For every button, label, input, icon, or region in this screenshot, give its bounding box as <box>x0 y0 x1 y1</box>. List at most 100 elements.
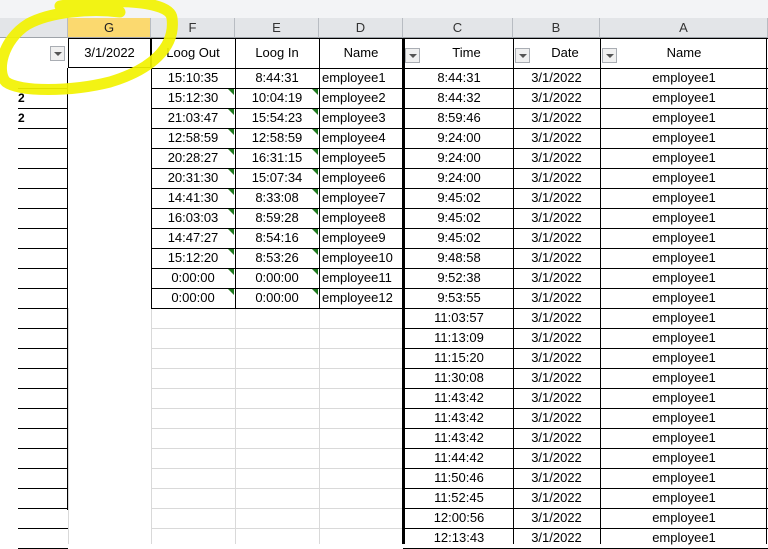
column-header-f[interactable]: F <box>151 18 235 38</box>
time-cell[interactable]: 11:44:42 <box>405 448 513 468</box>
date-cell[interactable]: 3/1/2022 <box>513 188 600 208</box>
name-cell[interactable]: employee1 <box>600 488 768 508</box>
date-cell[interactable]: 3/1/2022 <box>513 228 600 248</box>
date-cell[interactable]: 3/1/2022 <box>513 68 600 88</box>
time-cell[interactable]: 9:24:00 <box>405 168 513 188</box>
log-out-cell[interactable]: 16:03:03 <box>151 208 235 228</box>
date-cell[interactable]: 3/1/2022 <box>513 388 600 408</box>
date-cell[interactable]: 3/1/2022 <box>513 268 600 288</box>
date-cell[interactable]: 3/1/2022 <box>513 468 600 488</box>
date-cell[interactable]: 3/1/2022 <box>513 88 600 108</box>
column-header-b[interactable]: B <box>513 18 600 38</box>
time-cell[interactable]: 11:13:09 <box>405 328 513 348</box>
log-in-cell[interactable]: 8:33:08 <box>235 188 319 208</box>
name-cell[interactable]: employee1 <box>600 228 768 248</box>
log-out-cell[interactable]: 14:41:30 <box>151 188 235 208</box>
column-header-e[interactable]: E <box>235 18 319 38</box>
date-cell[interactable]: 3/1/2022 <box>513 328 600 348</box>
date-filter-dropdown[interactable] <box>515 48 530 63</box>
name-cell[interactable]: employee1 <box>600 408 768 428</box>
time-cell[interactable]: 8:59:46 <box>405 108 513 128</box>
name-cell[interactable]: employee1 <box>600 188 768 208</box>
date-cell[interactable]: 3/1/2022 <box>513 308 600 328</box>
log-in-cell[interactable]: 8:59:28 <box>235 208 319 228</box>
name-cell[interactable]: employee1 <box>600 248 768 268</box>
date-cell[interactable]: 3/1/2022 <box>513 408 600 428</box>
log-in-cell[interactable]: 0:00:00 <box>235 288 319 308</box>
time-cell[interactable]: 11:50:46 <box>405 468 513 488</box>
date-filter-cell[interactable]: 3/1/2022 <box>68 38 151 68</box>
time-cell[interactable]: 9:48:58 <box>405 248 513 268</box>
filter-dropdown-button[interactable] <box>50 46 65 61</box>
date-cell[interactable]: 3/1/2022 <box>513 208 600 228</box>
name-cell[interactable]: employee1 <box>600 528 768 548</box>
date-cell[interactable]: 3/1/2022 <box>513 488 600 508</box>
date-cell[interactable]: 3/1/2022 <box>513 508 600 528</box>
name-cell[interactable]: employee1 <box>600 428 768 448</box>
name-cell[interactable]: employee1 <box>600 168 768 188</box>
time-cell[interactable]: 9:45:02 <box>405 188 513 208</box>
time-cell[interactable]: 8:44:32 <box>405 88 513 108</box>
name-cell[interactable]: employee1 <box>600 508 768 528</box>
time-cell[interactable]: 9:45:02 <box>405 228 513 248</box>
date-cell[interactable]: 3/1/2022 <box>513 288 600 308</box>
date-cell[interactable]: 3/1/2022 <box>513 528 600 548</box>
log-out-cell[interactable]: 21:03:47 <box>151 108 235 128</box>
time-cell[interactable]: 12:00:56 <box>405 508 513 528</box>
column-header-c[interactable]: C <box>403 18 513 38</box>
time-cell[interactable]: 9:45:02 <box>405 208 513 228</box>
employee-name-cell[interactable]: employee5 <box>319 148 403 168</box>
name-cell[interactable]: employee1 <box>600 88 768 108</box>
log-out-cell[interactable]: 15:10:35 <box>151 68 235 88</box>
time-cell[interactable]: 9:52:38 <box>405 268 513 288</box>
time-cell[interactable]: 11:43:42 <box>405 428 513 448</box>
name-cell[interactable]: employee1 <box>600 268 768 288</box>
time-cell[interactable]: 11:43:42 <box>405 408 513 428</box>
column-header-d[interactable]: D <box>319 18 403 38</box>
log-in-cell[interactable]: 8:53:26 <box>235 248 319 268</box>
time-cell[interactable]: 11:30:08 <box>405 368 513 388</box>
employee-name-cell[interactable]: employee7 <box>319 188 403 208</box>
employee-name-cell[interactable]: employee4 <box>319 128 403 148</box>
log-in-cell[interactable]: 12:58:59 <box>235 128 319 148</box>
date-cell[interactable]: 3/1/2022 <box>513 368 600 388</box>
time-cell[interactable]: 11:52:45 <box>405 488 513 508</box>
time-cell[interactable]: 11:03:57 <box>405 308 513 328</box>
employee-name-cell[interactable]: employee8 <box>319 208 403 228</box>
employee-name-cell[interactable]: employee12 <box>319 288 403 308</box>
employee-name-cell[interactable]: employee10 <box>319 248 403 268</box>
name-cell[interactable]: employee1 <box>600 388 768 408</box>
name-cell[interactable]: employee1 <box>600 448 768 468</box>
log-in-cell[interactable]: 8:54:16 <box>235 228 319 248</box>
log-in-cell[interactable]: 8:44:31 <box>235 68 319 88</box>
time-filter-dropdown[interactable] <box>405 48 420 63</box>
log-in-cell[interactable]: 15:54:23 <box>235 108 319 128</box>
time-cell[interactable]: 9:24:00 <box>405 148 513 168</box>
date-cell[interactable]: 3/1/2022 <box>513 168 600 188</box>
name-cell[interactable]: employee1 <box>600 128 768 148</box>
log-out-cell[interactable]: 15:12:20 <box>151 248 235 268</box>
name-cell[interactable]: employee1 <box>600 468 768 488</box>
name-cell[interactable]: employee1 <box>600 368 768 388</box>
log-out-cell[interactable]: 20:31:30 <box>151 168 235 188</box>
employee-name-cell[interactable]: employee11 <box>319 268 403 288</box>
name-cell[interactable]: employee1 <box>600 308 768 328</box>
time-cell[interactable]: 8:44:31 <box>405 68 513 88</box>
log-out-cell[interactable]: 20:28:27 <box>151 148 235 168</box>
name-cell[interactable]: employee1 <box>600 328 768 348</box>
date-cell[interactable]: 3/1/2022 <box>513 108 600 128</box>
date-cell[interactable]: 3/1/2022 <box>513 428 600 448</box>
employee-name-cell[interactable]: employee9 <box>319 228 403 248</box>
time-cell[interactable]: 12:13:43 <box>405 528 513 548</box>
log-out-cell[interactable]: 12:58:59 <box>151 128 235 148</box>
name-cell[interactable]: employee1 <box>600 288 768 308</box>
log-out-cell[interactable]: 0:00:00 <box>151 268 235 288</box>
name-cell[interactable]: employee1 <box>600 68 768 88</box>
column-header-g[interactable]: G <box>68 18 151 38</box>
employee-name-cell[interactable]: employee2 <box>319 88 403 108</box>
name-cell[interactable]: employee1 <box>600 208 768 228</box>
employee-name-cell[interactable]: employee6 <box>319 168 403 188</box>
time-cell[interactable]: 9:24:00 <box>405 128 513 148</box>
log-in-cell[interactable]: 10:04:19 <box>235 88 319 108</box>
name-cell[interactable]: employee1 <box>600 348 768 368</box>
